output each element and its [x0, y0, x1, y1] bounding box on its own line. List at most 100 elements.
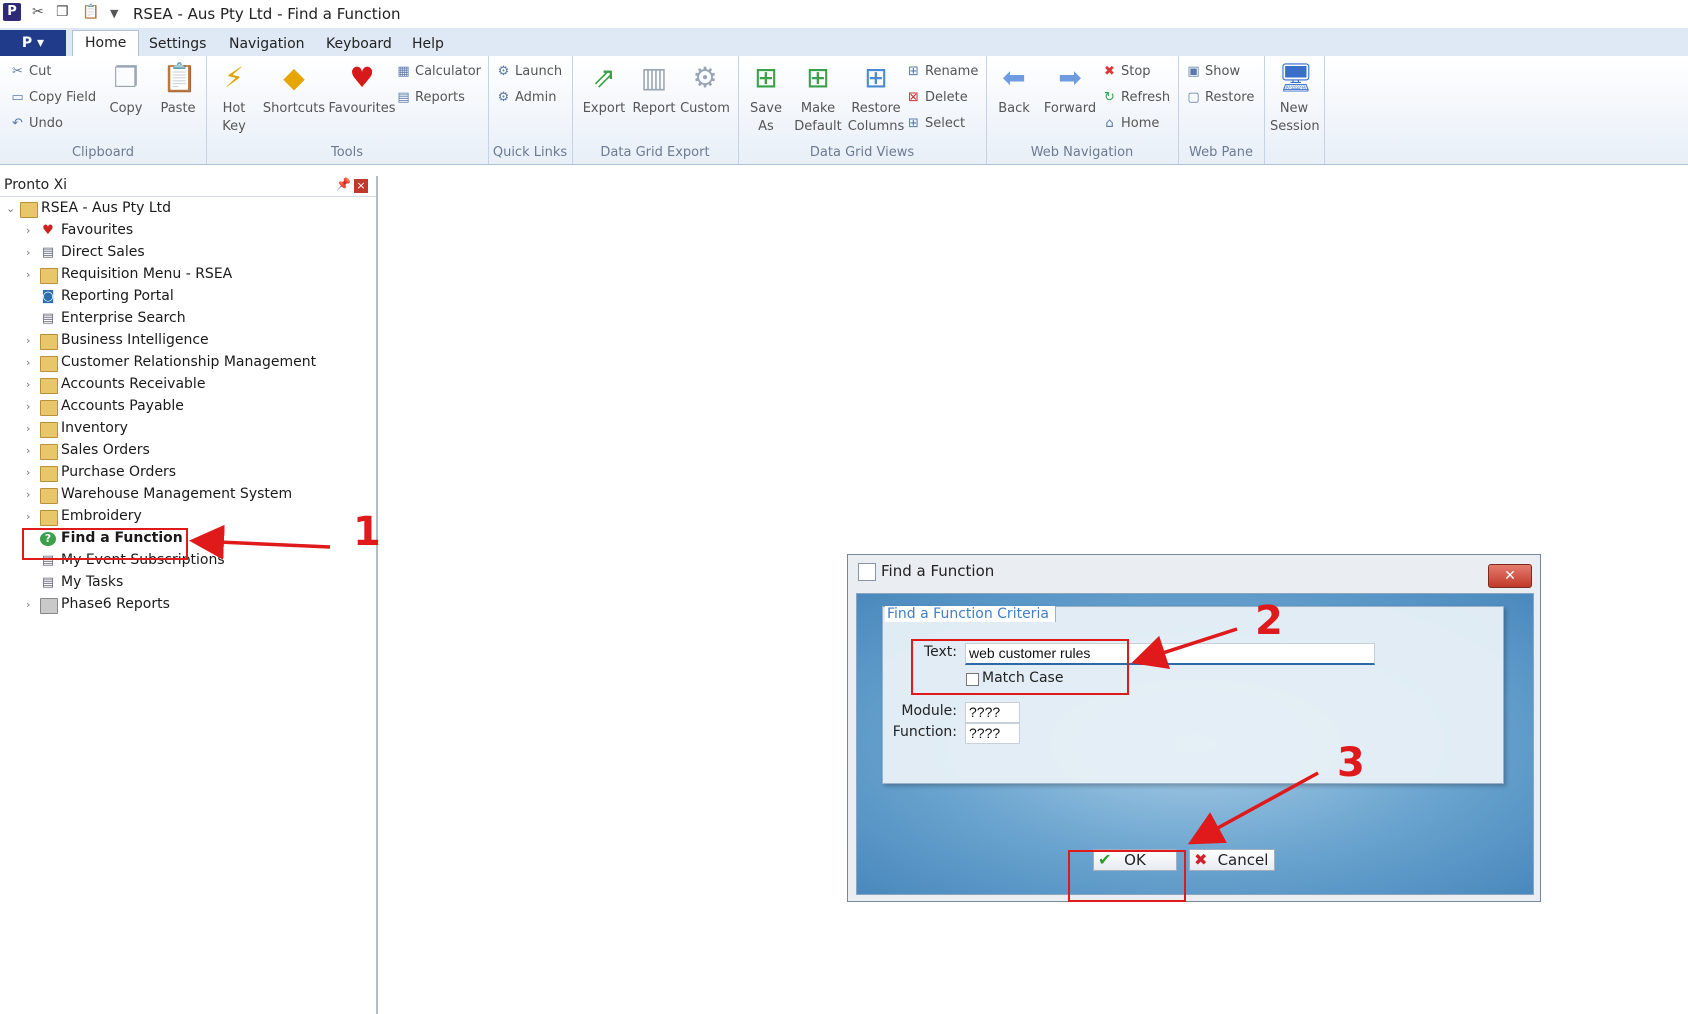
expand-chevron-icon[interactable]: ›	[26, 224, 36, 237]
criteria-tab[interactable]: Find a Function Criteria	[885, 606, 1056, 622]
paste-quick-icon[interactable]: 📋	[82, 4, 99, 20]
undo-button[interactable]: ↶ Undo	[10, 116, 63, 131]
copy-quick-icon[interactable]: ❐	[56, 4, 69, 20]
close-pane-icon[interactable]: ×	[354, 179, 368, 193]
back-arrow-icon: ⬅	[1002, 61, 1026, 94]
restore-columns-button[interactable]: ⊞ Restore Columns	[846, 60, 906, 136]
tab-navigation[interactable]: Navigation	[217, 32, 317, 56]
annotation-number-3: 3	[1337, 740, 1365, 786]
shortcuts-button[interactable]: ◆ Shortcuts	[262, 60, 326, 118]
cut-button[interactable]: ✂ Cut	[10, 64, 51, 79]
window-title: RSEA - Aus Pty Ltd - Find a Function	[133, 5, 401, 23]
new-session-button[interactable]: 🖥 New Session	[1270, 60, 1320, 136]
back-button[interactable]: ⬅ Back	[994, 60, 1034, 118]
document-icon: ▤	[41, 575, 55, 590]
folder-icon	[40, 378, 58, 394]
heart-icon: ♥	[349, 61, 375, 94]
delete-button[interactable]: ⊠ Delete	[906, 90, 968, 105]
show-button[interactable]: ▣ Show	[1186, 64, 1240, 79]
launch-button[interactable]: ⚙ Launch	[496, 64, 562, 79]
session-group: 🖥 New Session	[1264, 56, 1325, 164]
tab-help[interactable]: Help	[400, 32, 456, 56]
expand-chevron-icon[interactable]: ›	[26, 378, 36, 391]
copy-button[interactable]: ❐ Copy	[106, 60, 146, 118]
tab-settings[interactable]: Settings	[137, 32, 218, 56]
expand-chevron-icon[interactable]: ›	[26, 488, 36, 501]
favourites-icon: ♥	[42, 223, 54, 238]
restore-button[interactable]: ▢ Restore	[1186, 90, 1254, 105]
expand-chevron-icon[interactable]: ›	[26, 510, 36, 523]
pin-icon[interactable]: 📌	[336, 177, 351, 191]
lightning-icon: ⚡	[224, 61, 244, 94]
reports-button[interactable]: ▤ Reports	[396, 90, 465, 105]
make-default-button[interactable]: ⊞ Make Default	[790, 60, 846, 136]
expand-chevron-icon[interactable]: ›	[26, 598, 36, 611]
tab-home[interactable]: Home	[72, 30, 140, 58]
forward-button[interactable]: ➡ Forward	[1040, 60, 1100, 118]
home-button[interactable]: ⌂ Home	[1102, 116, 1159, 131]
select-button[interactable]: ⊞ Select	[906, 116, 965, 131]
expand-chevron-icon[interactable]: ›	[26, 268, 36, 281]
direct-sales-icon: ▤	[41, 245, 55, 260]
data-grid-views-group-label: Data Grid Views	[809, 145, 915, 160]
tools-group-label: Tools	[330, 145, 364, 160]
export-button[interactable]: ⇗ Export	[582, 60, 626, 118]
refresh-button[interactable]: ↻ Refresh	[1102, 90, 1170, 105]
paste-button[interactable]: 📋 Paste	[156, 60, 200, 118]
copy-field-button[interactable]: ▭ Copy Field	[10, 90, 96, 105]
expand-chevron-icon[interactable]: ›	[26, 422, 36, 435]
reports-icon: ▤	[397, 90, 410, 105]
function-input[interactable]: ????	[965, 723, 1020, 744]
quick-access-dropdown-icon[interactable]: ▼	[110, 7, 118, 20]
admin-button[interactable]: ⚙ Admin	[496, 90, 557, 105]
scissors-icon: ✂	[12, 64, 23, 79]
calculator-icon: ▦	[397, 64, 410, 79]
data-grid-export-group: ⇗ Export ▥ Report ⚙ Custom Data Grid Export	[572, 56, 739, 164]
paste-icon: 📋	[162, 61, 197, 94]
criteria-panel: Find a Function Criteria Text: web custo…	[882, 606, 1504, 784]
favourites-button[interactable]: ♥ Favourites	[326, 60, 398, 118]
dialog-title: Find a Function	[881, 562, 995, 580]
quick-links-group: ⚙ Launch ⚙ Admin Quick Links	[488, 56, 573, 164]
expand-chevron-icon[interactable]: ›	[26, 444, 36, 457]
new-session-monitor-icon: 🖥	[1278, 61, 1314, 94]
navigation-pane-header: Pronto Xi 📌 ×	[0, 176, 376, 197]
close-icon[interactable]: ✕	[1488, 564, 1532, 588]
cut-quick-icon[interactable]: ✂	[32, 4, 44, 20]
function-label: Function:	[892, 724, 957, 740]
app-icon[interactable]: P	[3, 3, 21, 21]
restore-grid-icon: ⊞	[864, 61, 888, 94]
tools-group: ⚡ Hot Key ◆ Shortcuts ♥ Favourites ▦ Calculat…	[206, 56, 489, 164]
tab-keyboard[interactable]: Keyboard	[314, 32, 404, 56]
application-menu-button[interactable]: P ▾	[0, 30, 66, 56]
custom-gear-icon: ⚙	[692, 61, 718, 94]
web-pane-group-label: Web Pane	[1189, 145, 1253, 160]
collapse-chevron-icon[interactable]: ⌄	[6, 202, 16, 215]
expand-chevron-icon[interactable]: ›	[26, 466, 36, 479]
expand-chevron-icon[interactable]: ›	[26, 400, 36, 413]
cancel-x-icon: ✖	[1194, 850, 1208, 869]
rename-button[interactable]: ⊞ Rename	[906, 64, 978, 79]
annotation-number-2: 2	[1255, 598, 1283, 644]
title-bar: P ✂ ❐ 📋 ▼ RSEA - Aus Pty Ltd - Find a Fu…	[0, 0, 1688, 28]
dialog-title-bar: Find a Function ✕	[848, 555, 1540, 588]
save-grid-icon: ⊞	[754, 61, 778, 94]
custom-button[interactable]: ⚙ Custom	[680, 60, 730, 118]
globe-icon: ◙	[41, 289, 55, 304]
expand-chevron-icon[interactable]: ›	[26, 356, 36, 369]
module-input[interactable]: ????	[965, 702, 1020, 723]
annotation-number-1: 1	[353, 509, 381, 555]
cancel-button[interactable]: ✖ Cancel	[1189, 849, 1275, 871]
show-pane-icon: ▣	[1187, 64, 1200, 79]
folder-icon	[40, 356, 58, 372]
expand-chevron-icon[interactable]: ›	[26, 246, 36, 259]
expand-chevron-icon[interactable]: ›	[26, 334, 36, 347]
web-navigation-group-label: Web Navigation	[1030, 145, 1134, 160]
stop-button[interactable]: ✖ Stop	[1102, 64, 1151, 79]
hot-key-button[interactable]: ⚡ Hot Key	[214, 60, 254, 136]
report-button[interactable]: ▥ Report	[632, 60, 676, 118]
find-a-function-dialog: Find a Function ✕ Find a Function Criter…	[847, 554, 1541, 902]
dialog-icon	[858, 563, 876, 581]
calculator-button[interactable]: ▦ Calculator	[396, 64, 481, 79]
save-as-button[interactable]: ⊞ Save As	[744, 60, 788, 136]
